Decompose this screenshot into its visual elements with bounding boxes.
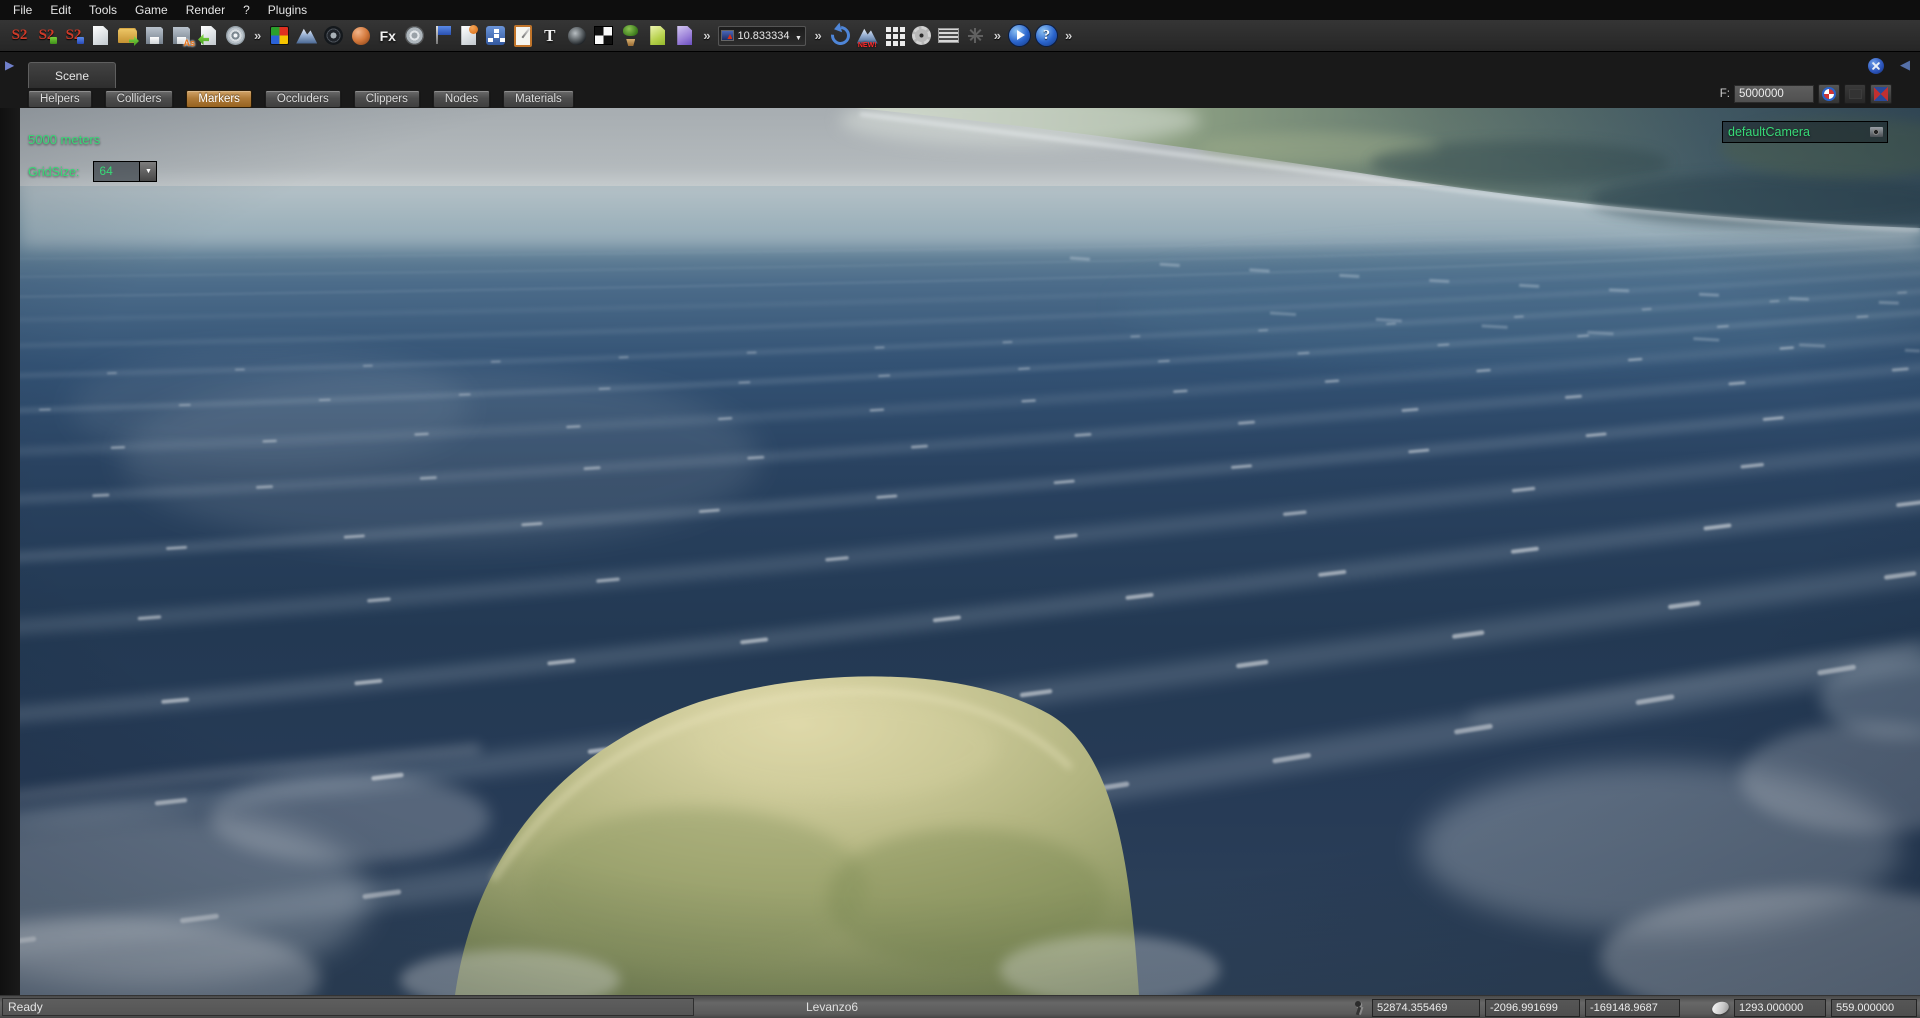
open-folder-icon[interactable] [114, 22, 141, 49]
flag-icon[interactable] [428, 22, 455, 49]
planet-icon[interactable] [347, 22, 374, 49]
camera-position-icon [1352, 1000, 1367, 1016]
camera-icon [1849, 89, 1862, 99]
gridsize-value: 64 [94, 162, 139, 181]
camera-icon [1870, 127, 1883, 137]
toolbar-overflow-chevron[interactable]: » [989, 28, 1006, 43]
ocean-scene-render [20, 108, 1920, 995]
toolbar-overflow-chevron[interactable]: » [1060, 28, 1077, 43]
disc-icon[interactable] [222, 22, 249, 49]
camera-view-button[interactable] [1844, 84, 1866, 104]
far-clip-label: F: [1720, 88, 1730, 100]
play-icon[interactable] [1006, 22, 1033, 49]
viewport[interactable]: 5000 meters GridSize: 64 defaultCamera [20, 108, 1920, 995]
rubiks-cube-icon[interactable] [266, 22, 293, 49]
gridsize-label: GridSize: [28, 165, 79, 179]
life-ring-icon [1822, 87, 1836, 101]
category-button-occluders[interactable]: Occluders [265, 90, 341, 108]
fov-value: 10.833334 [734, 30, 791, 42]
menu-help[interactable]: ? [234, 1, 259, 19]
category-button-clippers[interactable]: Clippers [354, 90, 420, 108]
map-name: Levanzo6 [806, 1000, 858, 1014]
menu-bar: FileEditToolsGameRender?Plugins [0, 0, 1920, 20]
status-right: 52874.355469 -2096.991699 -169148.9687 1… [1352, 998, 1917, 1017]
cursor-value-2: 559.000000 [1831, 999, 1917, 1017]
text-tool-icon[interactable]: T [536, 22, 563, 49]
tab-scene[interactable]: Scene [28, 62, 116, 88]
document-purple-icon[interactable] [671, 22, 698, 49]
gridsize-dropdown[interactable]: 64 [93, 161, 157, 182]
camera-name-field[interactable]: defaultCamera [1722, 121, 1888, 143]
collapse-panel-icon[interactable] [1900, 57, 1910, 73]
import-icon[interactable] [195, 22, 222, 49]
help-circle-icon[interactable]: ? [1033, 22, 1060, 49]
mountain-new-icon[interactable]: NEW! [854, 22, 881, 49]
mouse-icon [1711, 999, 1731, 1016]
s2-project-blue-icon[interactable]: S2 [60, 22, 87, 49]
menu-render[interactable]: Render [177, 1, 234, 19]
category-button-helpers[interactable]: Helpers [28, 90, 92, 108]
chevron-down-icon[interactable] [791, 27, 805, 45]
camera-position-x: 52874.355469 [1372, 999, 1480, 1017]
tire-icon[interactable] [320, 22, 347, 49]
s2-project-red-icon[interactable]: S2 [6, 22, 33, 49]
camera-name: defaultCamera [1723, 125, 1870, 139]
main-toolbar: S2S2S2As»FxT»10.833334»NEW!»?» [0, 20, 1920, 52]
camera-lock-button[interactable] [1818, 84, 1840, 104]
fov-dropdown[interactable]: 10.833334 [718, 26, 806, 46]
clipboard-icon[interactable] [509, 22, 536, 49]
maximize-viewport-button[interactable] [1870, 84, 1892, 104]
menu-tools[interactable]: Tools [80, 1, 126, 19]
speaker-icon[interactable] [563, 22, 590, 49]
status-message: Ready [2, 998, 694, 1016]
application-window: FileEditToolsGameRender?Plugins S2S2S2As… [0, 0, 1920, 1018]
chevron-down-icon[interactable] [139, 162, 156, 181]
category-button-nodes[interactable]: Nodes [433, 90, 490, 108]
far-clip-input[interactable] [1734, 85, 1814, 103]
camera-position-z: -169148.9687 [1585, 999, 1680, 1017]
effects-icon[interactable]: Fx [374, 22, 401, 49]
toolbar-overflow-chevron[interactable]: » [698, 28, 715, 43]
vignette [20, 108, 1920, 995]
tab-label: Scene [55, 69, 89, 83]
save-icon[interactable] [141, 22, 168, 49]
category-buttons: Helpers Colliders Markers Occluders Clippers… [28, 90, 574, 108]
cursor-value-1: 1293.000000 [1734, 999, 1826, 1017]
new-document-icon[interactable] [87, 22, 114, 49]
grid-icon[interactable] [881, 22, 908, 49]
maximize-icon [1874, 87, 1888, 101]
fov-icon [721, 30, 734, 41]
menu-file[interactable]: File [4, 1, 41, 19]
menu-edit[interactable]: Edit [41, 1, 80, 19]
scale-label: 5000 meters [28, 132, 100, 147]
gear-icon[interactable] [908, 22, 935, 49]
scene-header: Scene Helpers Colliders Markers Occluders Cl… [0, 52, 1920, 108]
undo-icon[interactable] [827, 22, 854, 49]
menu-plugins[interactable]: Plugins [259, 1, 316, 19]
document-green-icon[interactable] [644, 22, 671, 49]
note-document-icon[interactable] [455, 22, 482, 49]
plant-icon[interactable] [617, 22, 644, 49]
toolbar-overflow-chevron[interactable]: » [249, 28, 266, 43]
expand-panel-icon[interactable] [5, 58, 14, 72]
gridsize-control: GridSize: 64 [28, 161, 157, 182]
keyboard-icon[interactable] [935, 22, 962, 49]
network-status-icon[interactable] [1868, 58, 1884, 74]
status-bar: Ready Levanzo6 52874.355469 -2096.991699… [0, 995, 1920, 1018]
s2-project-green-icon[interactable]: S2 [33, 22, 60, 49]
camera-position-y: -2096.991699 [1485, 999, 1580, 1017]
category-button-colliders[interactable]: Colliders [105, 90, 174, 108]
toolbar-overflow-chevron[interactable]: » [809, 28, 826, 43]
left-rail [0, 108, 20, 995]
mountain-icon[interactable] [293, 22, 320, 49]
film-reel-icon[interactable] [401, 22, 428, 49]
far-clip-group: F: [1720, 84, 1892, 104]
save-as-icon[interactable]: As [168, 22, 195, 49]
category-button-markers[interactable]: Markers [186, 90, 252, 108]
menu-game[interactable]: Game [126, 1, 177, 19]
snowflake-icon[interactable] [962, 22, 989, 49]
category-button-materials[interactable]: Materials [503, 90, 574, 108]
checker-icon[interactable] [590, 22, 617, 49]
hierarchy-icon[interactable] [482, 22, 509, 49]
